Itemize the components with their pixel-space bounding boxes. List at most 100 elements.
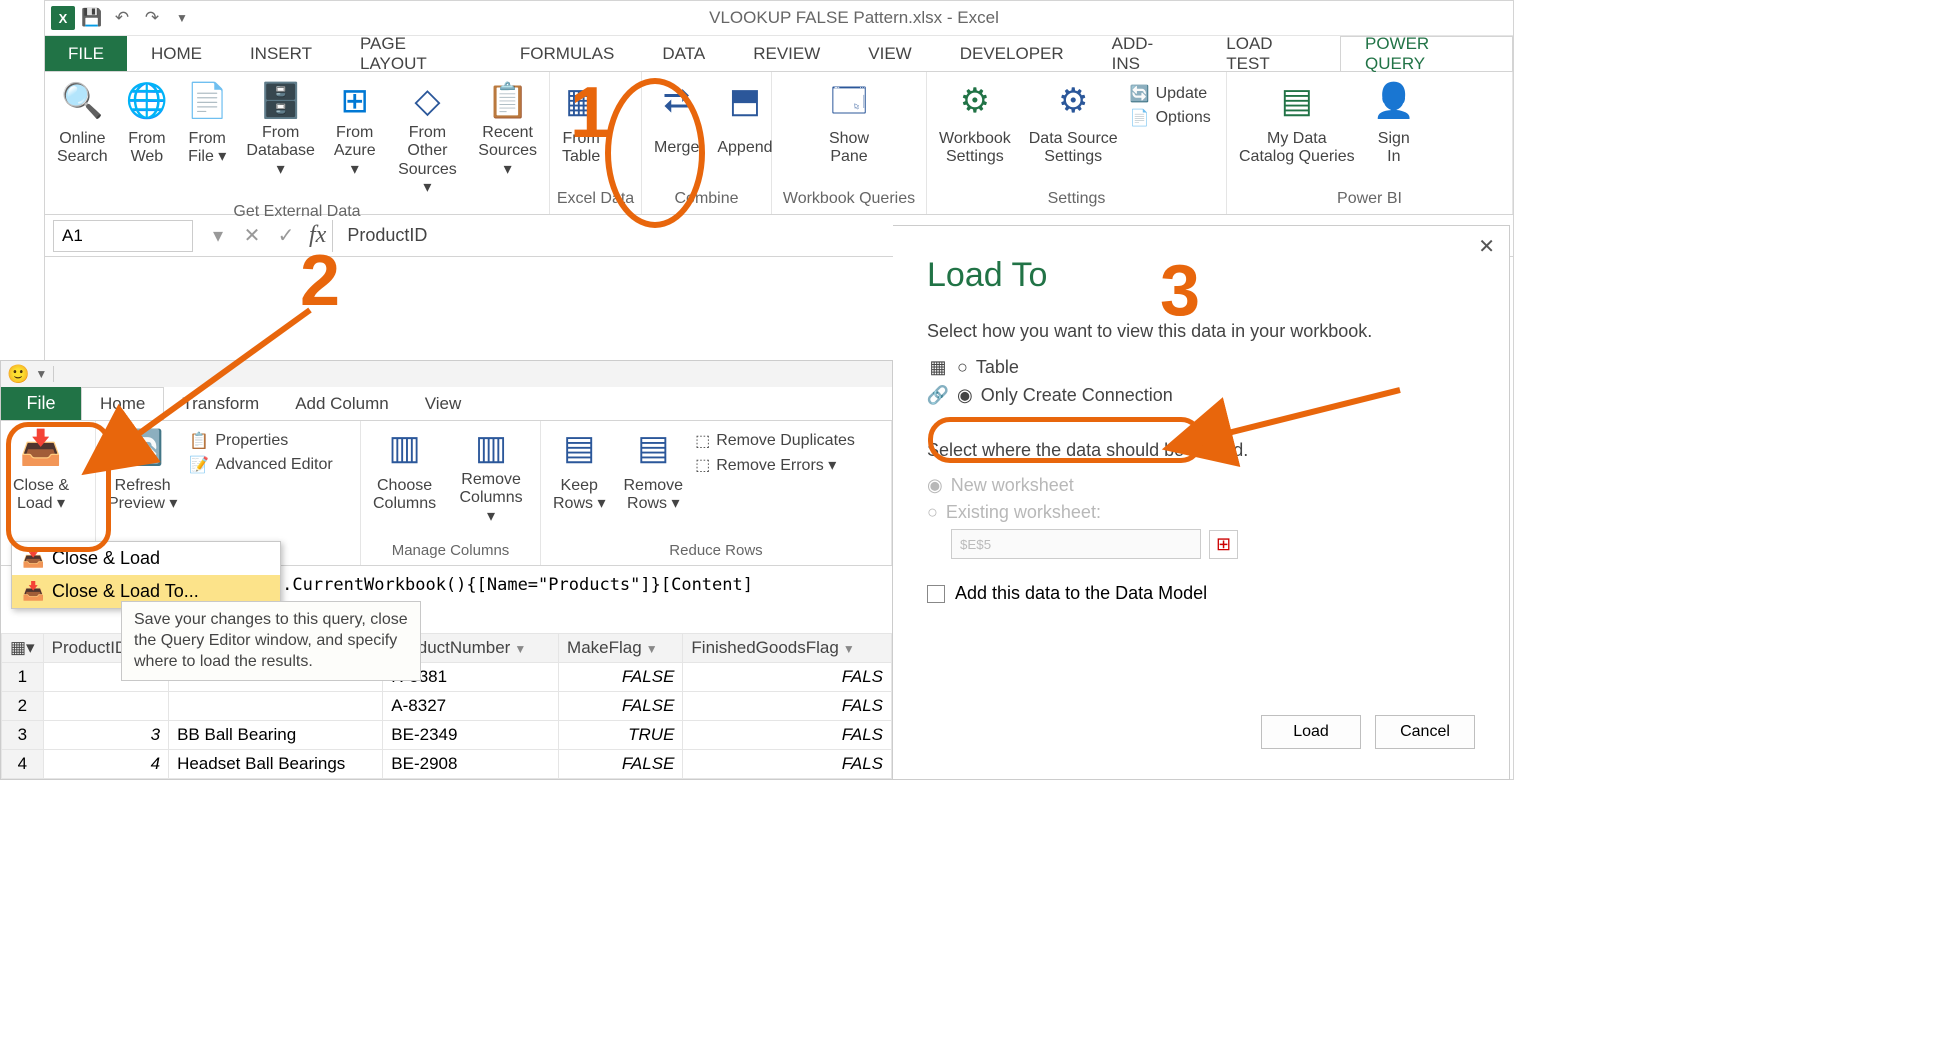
load-to-pane: ✕ Load To Select how you want to view th… <box>893 225 1510 780</box>
close-pane-icon[interactable]: ✕ <box>1478 234 1495 259</box>
qe-group-label-reduce: Reduce Rows <box>547 539 885 565</box>
table-row[interactable]: 4 4 Headset Ball Bearings BE-2908 FALSE … <box>2 750 892 779</box>
remove-rows-icon: ▤ <box>637 427 669 471</box>
radio-existing-worksheet: ○ Existing worksheet: <box>927 502 1475 523</box>
pane-icon: 🗔 <box>831 80 868 124</box>
col-header[interactable]: MakeFlag▼ <box>559 634 683 663</box>
ribbon-tabs: FILE HOME INSERT PAGE LAYOUT FORMULAS DA… <box>45 36 1513 72</box>
options-button[interactable]: 📄Options <box>1130 108 1211 128</box>
remove-rows-button[interactable]: ▤RemoveRows ▾ <box>617 425 689 539</box>
tab-view[interactable]: VIEW <box>844 36 935 71</box>
redo-icon[interactable]: ↷ <box>139 5 165 31</box>
recent-sources-button[interactable]: 📋RecentSources ▾ <box>472 78 543 200</box>
group-powerbi: ▤My DataCatalog Queries 👤SignIn Power BI <box>1227 72 1513 214</box>
group-label-powerbi: Power BI <box>1233 187 1506 214</box>
qe-tab-file[interactable]: File <box>1 387 81 420</box>
search-icon: 🔍 <box>61 80 103 124</box>
radio-table[interactable]: ▦ ○ Table <box>927 356 1475 378</box>
err-icon: ⬚ <box>695 455 710 475</box>
my-data-catalog-button[interactable]: ▤My DataCatalog Queries <box>1233 78 1361 187</box>
close-load-to-small-icon: 📥 <box>22 581 44 603</box>
data-source-settings-button[interactable]: ⚙Data SourceSettings <box>1023 78 1124 187</box>
table-row[interactable]: 3 3 BB Ball Bearing BE-2349 TRUE FALS <box>2 721 892 750</box>
show-pane-button[interactable]: 🗔ShowPane <box>823 78 875 187</box>
append-button[interactable]: ⬒Append <box>711 78 778 187</box>
radio-off-disabled-icon: ○ <box>927 502 938 523</box>
row-selector-header[interactable]: ▦▾ <box>2 634 44 663</box>
add-to-data-model-checkbox[interactable]: Add this data to the Data Model <box>927 583 1475 604</box>
enter-formula-icon[interactable]: ✓ <box>269 223 303 248</box>
from-web-button[interactable]: 🌐FromWeb <box>120 78 174 200</box>
tab-developer[interactable]: DEVELOPER <box>936 36 1088 71</box>
qat-dropdown-icon[interactable]: ▼ <box>169 5 195 31</box>
keep-rows-icon: ▤ <box>563 427 595 471</box>
excel-logo-icon: X <box>51 6 75 30</box>
choose-columns-button[interactable]: ▥ChooseColumns <box>367 425 442 539</box>
tab-powerquery[interactable]: POWER QUERY <box>1340 36 1513 71</box>
save-icon[interactable]: 💾 <box>79 5 105 31</box>
gear-datasource-icon: ⚙ <box>1058 80 1088 124</box>
web-icon: 🌐 <box>126 80 168 124</box>
remove-duplicates-button[interactable]: ⬚Remove Duplicates <box>695 431 855 451</box>
tab-insert[interactable]: INSERT <box>226 36 336 71</box>
radio-new-worksheet: ◉ New worksheet <box>927 475 1475 496</box>
qe-face-icon: 🙂 <box>7 364 29 385</box>
from-database-button[interactable]: 🗄️FromDatabase ▾ <box>240 78 321 200</box>
remove-errors-button[interactable]: ⬚Remove Errors ▾ <box>695 455 855 475</box>
qe-tab-view[interactable]: View <box>407 387 480 420</box>
azure-icon: ⊞ <box>340 80 369 124</box>
other-sources-icon: ◇ <box>414 80 440 124</box>
from-azure-button[interactable]: ⊞FromAzure ▾ <box>327 78 383 200</box>
from-other-sources-button[interactable]: ◇From OtherSources ▾ <box>389 78 467 200</box>
remove-columns-button[interactable]: ▥RemoveColumns ▾ <box>448 425 534 539</box>
workbook-settings-button[interactable]: ⚙WorkbookSettings <box>933 78 1017 187</box>
checkbox-icon <box>927 585 945 603</box>
tab-addins[interactable]: ADD-INS <box>1088 36 1203 71</box>
tab-file[interactable]: FILE <box>45 36 127 71</box>
qe-group-manage-columns: ▥ChooseColumns ▥RemoveColumns ▾ Manage C… <box>361 421 541 565</box>
range-picker-icon: ⊞ <box>1209 530 1238 559</box>
annotation-number-2: 2 <box>300 240 340 322</box>
radio-off-icon: ○ <box>957 357 968 378</box>
tab-loadtest[interactable]: LOAD TEST <box>1202 36 1340 71</box>
tab-home[interactable]: HOME <box>127 36 226 71</box>
close-load-to-tooltip: Save your changes to this query, close t… <box>121 601 421 681</box>
tab-data[interactable]: DATA <box>638 36 729 71</box>
group-label-wbq: Workbook Queries <box>778 187 920 214</box>
tab-formulas[interactable]: FORMULAS <box>496 36 638 71</box>
cancel-formula-icon[interactable]: ✕ <box>235 223 269 248</box>
tab-page-layout[interactable]: PAGE LAYOUT <box>336 36 496 71</box>
keep-rows-button[interactable]: ▤KeepRows ▾ <box>547 425 611 539</box>
recent-icon: 📋 <box>486 80 528 124</box>
annotation-arrow-3 <box>1200 380 1420 460</box>
group-settings: ⚙WorkbookSettings ⚙Data SourceSettings 🔄… <box>927 72 1227 214</box>
update-icon: 🔄 <box>1130 84 1150 104</box>
remove-cols-icon: ▥ <box>475 427 507 471</box>
ribbon: 🔍OnlineSearch 🌐FromWeb 📄FromFile ▾ 🗄️Fro… <box>45 72 1513 215</box>
name-box[interactable]: A1 <box>53 220 193 252</box>
undo-icon[interactable]: ↶ <box>109 5 135 31</box>
gear-workbook-icon: ⚙ <box>960 80 990 124</box>
cancel-button[interactable]: Cancel <box>1375 715 1475 749</box>
from-file-button[interactable]: 📄FromFile ▾ <box>180 78 234 200</box>
group-workbook-queries: 🗔ShowPane Workbook Queries <box>772 72 927 214</box>
tab-review[interactable]: REVIEW <box>729 36 844 71</box>
radio-on-icon: ◉ <box>957 385 973 406</box>
catalog-icon: ▤ <box>1281 80 1313 124</box>
annotation-rect-3 <box>928 417 1203 463</box>
connection-small-icon: 🔗 <box>927 384 949 406</box>
col-header[interactable]: FinishedGoodsFlag▼ <box>683 634 892 663</box>
pane-title: Load To <box>927 256 1475 295</box>
sign-in-button[interactable]: 👤SignIn <box>1367 78 1421 187</box>
name-box-dropdown-icon[interactable]: ▾ <box>201 223 235 248</box>
append-icon: ⬒ <box>729 80 761 124</box>
pane-instruction-view: Select how you want to view this data in… <box>927 321 1475 342</box>
person-icon: 👤 <box>1373 80 1415 124</box>
load-button[interactable]: Load <box>1261 715 1361 749</box>
table-row[interactable]: 2 A-8327 FALSE FALS <box>2 692 892 721</box>
qe-qat-dropdown-icon[interactable]: ▼ <box>35 367 47 381</box>
dup-icon: ⬚ <box>695 431 710 451</box>
annotation-circle-1 <box>605 78 705 228</box>
online-search-button[interactable]: 🔍OnlineSearch <box>51 78 114 200</box>
update-button[interactable]: 🔄Update <box>1130 84 1211 104</box>
